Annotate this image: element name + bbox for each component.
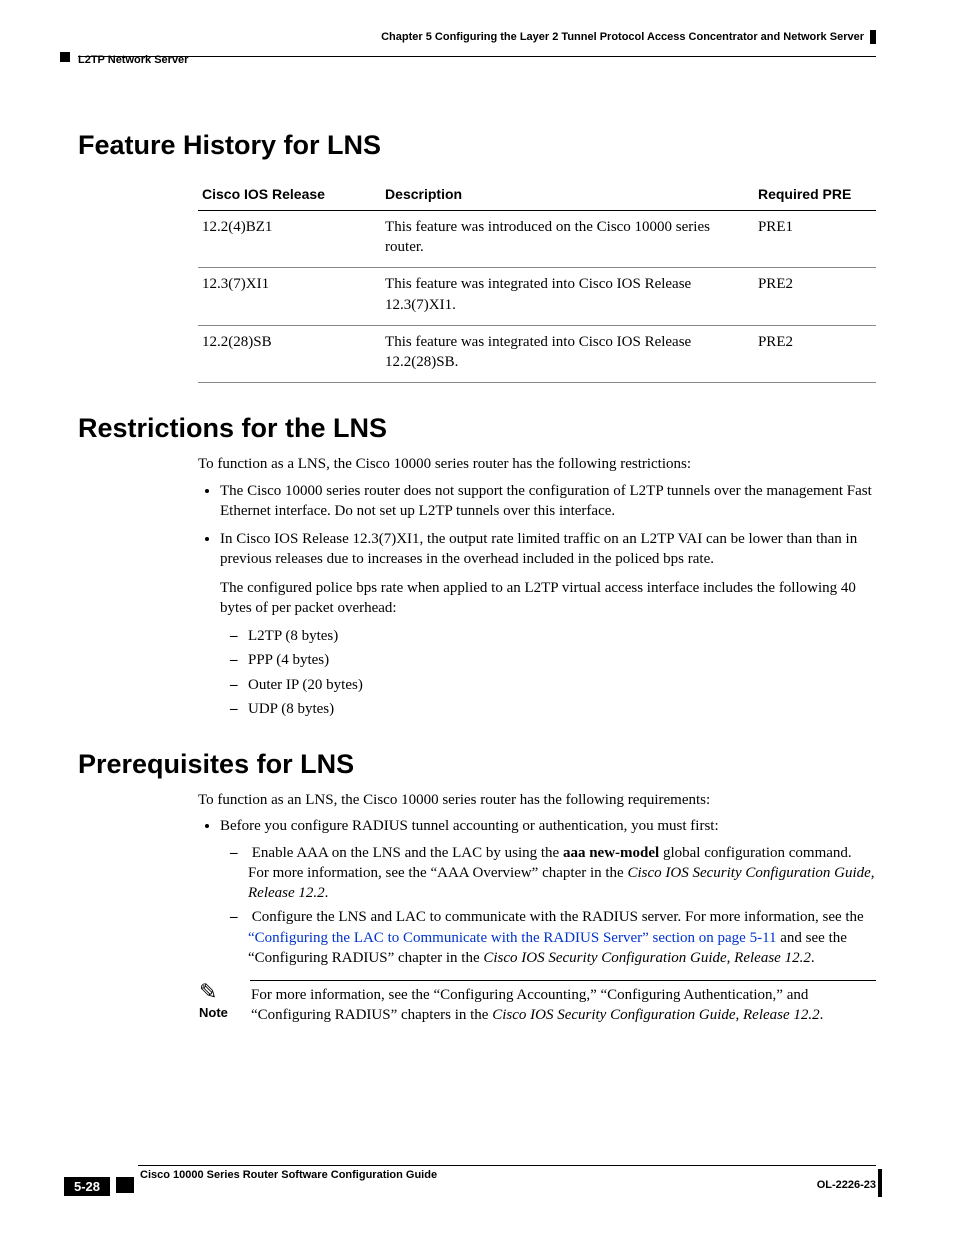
footer-bar-icon [878,1169,882,1197]
restrictions-intro: To function as a LNS, the Cisco 10000 se… [198,454,876,474]
list-item: Configure the LNS and LAC to communicate… [248,907,876,968]
th-release: Cisco IOS Release [198,179,381,210]
list-item: Before you configure RADIUS tunnel accou… [220,816,876,968]
section-title: L2TP Network Server [78,54,188,66]
prerequisites-sublist: Enable AAA on the LNS and the LAC by usi… [220,843,876,969]
cell-pre: PRE2 [754,268,876,326]
cell-pre: PRE2 [754,325,876,383]
list-item: Outer IP (20 bytes) [248,675,876,695]
xref-link[interactable]: “Configuring the LAC to Communicate with… [248,930,777,946]
cmd-aaa-new-model: aaa new-model [563,845,659,861]
list-item: PPP (4 bytes) [248,650,876,670]
list-item-text: Before you configure RADIUS tunnel accou… [220,818,719,834]
prerequisites-list: Before you configure RADIUS tunnel accou… [198,816,876,968]
overhead-intro: The configured police bps rate when appl… [220,578,876,619]
note-text: For more information, see the “Configuri… [250,981,876,1027]
list-item: Enable AAA on the LNS and the LAC by usi… [248,843,876,904]
running-header: Chapter 5 Configuring the Layer 2 Tunnel… [78,30,876,70]
prerequisites-content: To function as an LNS, the Cisco 10000 s… [198,790,876,968]
restrictions-content: To function as a LNS, the Cisco 10000 se… [198,454,876,719]
chapter-title: Chapter 5 Configuring the Layer 2 Tunnel… [381,30,876,44]
th-required-pre: Required PRE [754,179,876,210]
book-title: Cisco IOS Security Configuration Guide, … [492,1007,819,1023]
book-title: Cisco IOS Security Configuration Guide, … [483,950,810,966]
footer-block-icon [116,1177,134,1193]
cell-description: This feature was integrated into Cisco I… [381,268,754,326]
running-footer: Cisco 10000 Series Router Software Confi… [78,1165,876,1205]
list-item: In Cisco IOS Release 12.3(7)XI1, the out… [220,529,876,719]
table-row: 12.2(4)BZ1 This feature was introduced o… [198,210,876,268]
doc-id: OL-2226-23 [817,1179,876,1191]
cell-description: This feature was introduced on the Cisco… [381,210,754,268]
overhead-list: L2TP (8 bytes) PPP (4 bytes) Outer IP (2… [220,626,876,719]
heading-feature-history: Feature History for LNS [78,130,876,161]
table-row: 12.2(28)SB This feature was integrated i… [198,325,876,383]
list-item: The Cisco 10000 series router does not s… [220,481,876,522]
note-label: Note [199,1005,228,1020]
list-item: UDP (8 bytes) [248,699,876,719]
cell-pre: PRE1 [754,210,876,268]
list-item-text: In Cisco IOS Release 12.3(7)XI1, the out… [220,531,857,567]
footer-rule [138,1165,876,1166]
page-number: 5-28 [64,1177,110,1196]
cell-description: This feature was integrated into Cisco I… [381,325,754,383]
feature-history-content: Cisco IOS Release Description Required P… [198,179,876,383]
cell-release: 12.2(28)SB [198,325,381,383]
note-block: ✎ Note For more information, see the “Co… [198,980,876,1027]
header-rule [78,56,876,57]
table-row: 12.3(7)XI1 This feature was integrated i… [198,268,876,326]
th-description: Description [381,179,754,210]
footer-doc-title: Cisco 10000 Series Router Software Confi… [140,1169,437,1181]
cell-release: 12.3(7)XI1 [198,268,381,326]
heading-restrictions: Restrictions for the LNS [78,413,876,444]
list-item: L2TP (8 bytes) [248,626,876,646]
cell-release: 12.2(4)BZ1 [198,210,381,268]
heading-prerequisites: Prerequisites for LNS [78,749,876,780]
prerequisites-intro: To function as an LNS, the Cisco 10000 s… [198,790,876,810]
header-block-icon [60,52,70,62]
restrictions-list: The Cisco 10000 series router does not s… [198,481,876,720]
page: Chapter 5 Configuring the Layer 2 Tunnel… [0,0,954,1235]
feature-history-table: Cisco IOS Release Description Required P… [198,179,876,383]
pencil-icon: ✎ [199,981,249,1005]
